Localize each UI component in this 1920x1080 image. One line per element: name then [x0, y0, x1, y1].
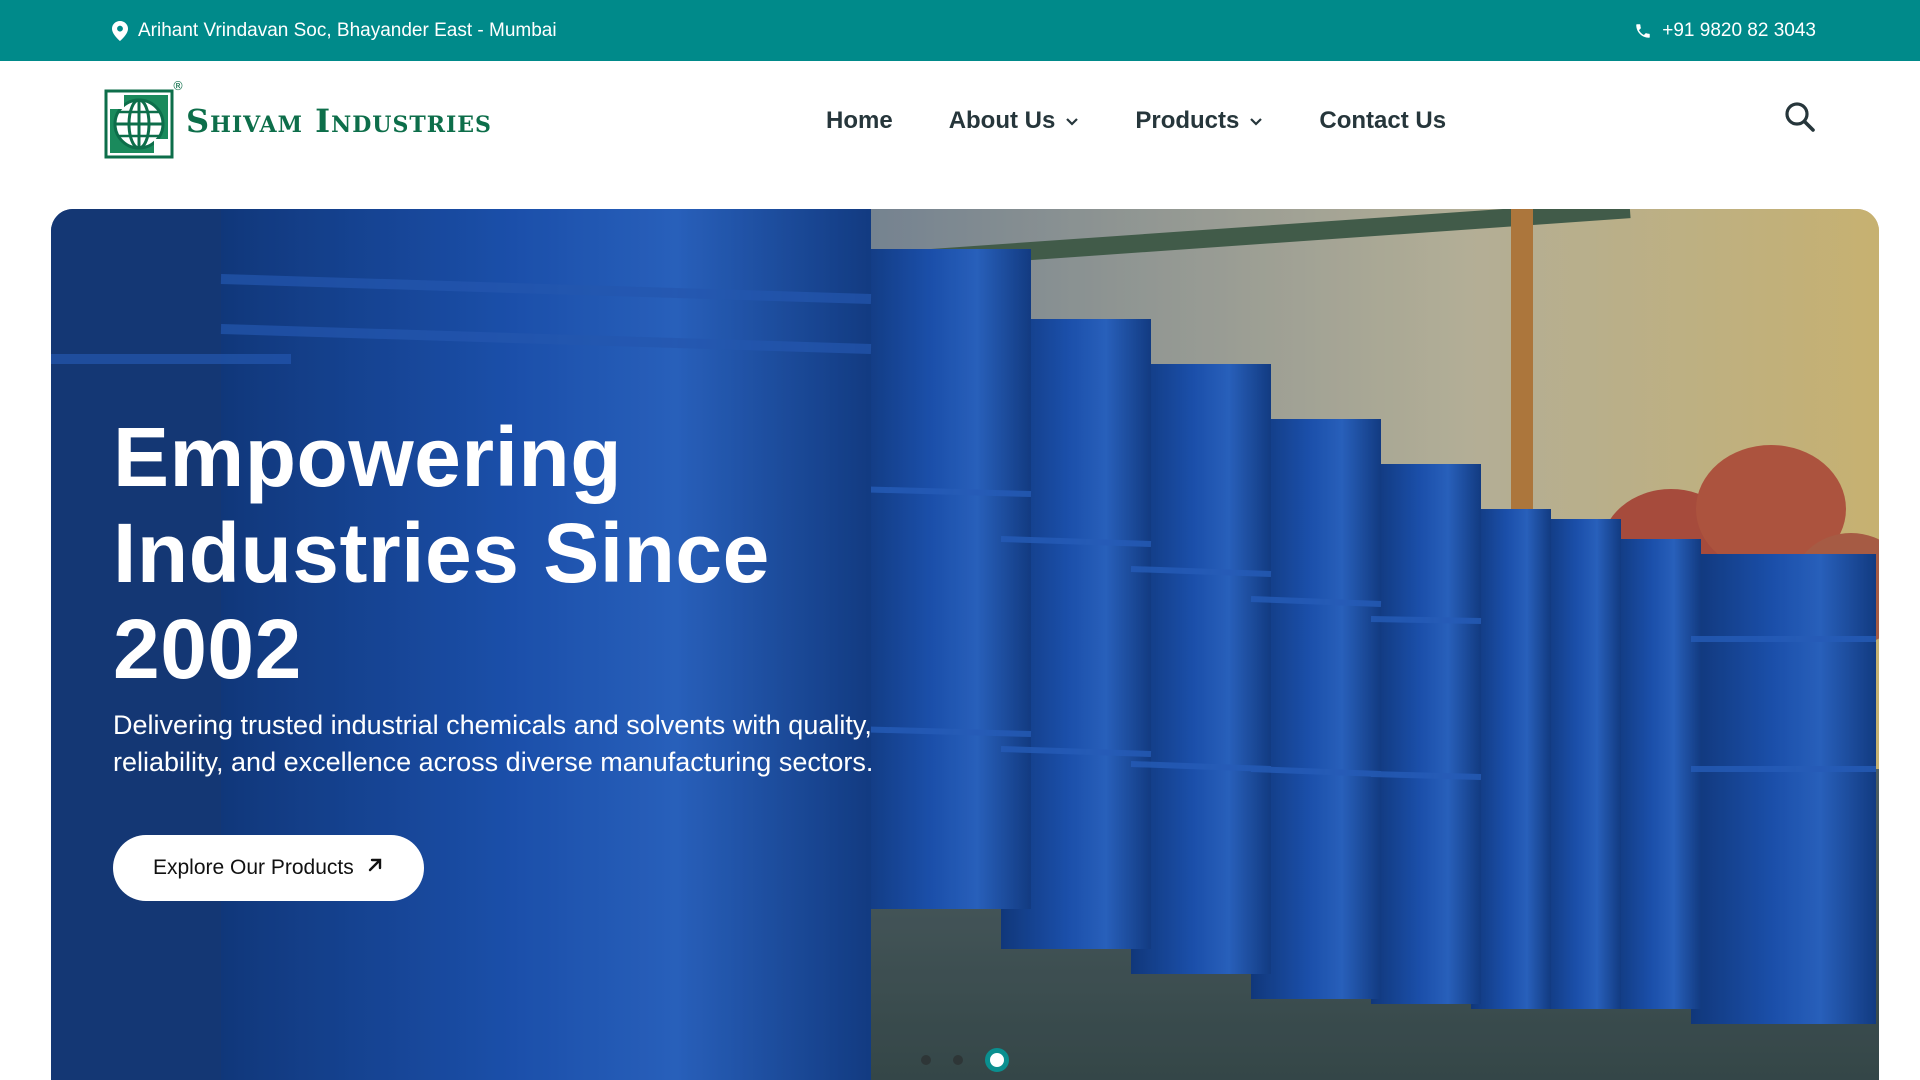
slide-dot-3-active[interactable] — [985, 1048, 1009, 1072]
top-info-bar: Arihant Vrindavan Soc, Bhayander East - … — [0, 0, 1920, 61]
map-pin-icon — [112, 20, 128, 41]
nav-item-products[interactable]: Products — [1135, 107, 1263, 135]
brand-name: Shivam Industries — [186, 102, 492, 140]
search-icon[interactable] — [1784, 101, 1816, 133]
hero-title-line-1: Empowering — [113, 410, 623, 504]
nav-item-label: Products — [1135, 107, 1240, 134]
address-text: Arihant Vrindavan Soc, Bhayander East - … — [138, 19, 557, 41]
phone-block[interactable]: +91 9820 82 3043 — [1634, 0, 1816, 61]
nav-item-label: Home — [826, 107, 893, 134]
slide-dot-2[interactable] — [953, 1055, 963, 1065]
explore-products-button[interactable]: Explore Our Products — [113, 835, 424, 901]
globe-logo-icon: ® — [104, 79, 184, 159]
nav-item-home[interactable]: Home — [826, 107, 893, 135]
hero-title-line-3: 2002 — [113, 602, 302, 696]
nav-item-label: About Us — [948, 107, 1056, 134]
hero-title: Empowering Industries Since 2002 — [113, 409, 913, 697]
main-nav: Home About Us Products Contact Us — [826, 101, 1446, 141]
slide-dot-1[interactable] — [921, 1055, 931, 1065]
chevron-down-icon — [1249, 116, 1263, 126]
brand-logo[interactable]: ® Shivam Industries — [104, 79, 491, 161]
chevron-down-icon — [1065, 116, 1079, 126]
hero-banner: Empowering Industries Since 2002 Deliver… — [51, 209, 1879, 1080]
nav-item-label: Contact Us — [1319, 107, 1447, 134]
hero-title-line-2: Industries Since — [113, 506, 770, 600]
arrow-up-right-icon — [366, 856, 384, 880]
site-header: ® Shivam Industries Home About Us Produc… — [0, 61, 1920, 209]
registered-mark: ® — [172, 79, 184, 93]
phone-number[interactable]: +91 9820 82 3043 — [1662, 20, 1816, 42]
slider-pagination — [921, 1048, 1009, 1072]
address-block: Arihant Vrindavan Soc, Bhayander East - … — [112, 0, 557, 61]
nav-item-about-us[interactable]: About Us — [949, 107, 1080, 135]
nav-item-contact-us[interactable]: Contact Us — [1319, 107, 1446, 135]
phone-icon — [1634, 22, 1652, 40]
hero-subtitle: Delivering trusted industrial chemicals … — [113, 710, 874, 777]
explore-products-label: Explore Our Products — [153, 856, 354, 879]
